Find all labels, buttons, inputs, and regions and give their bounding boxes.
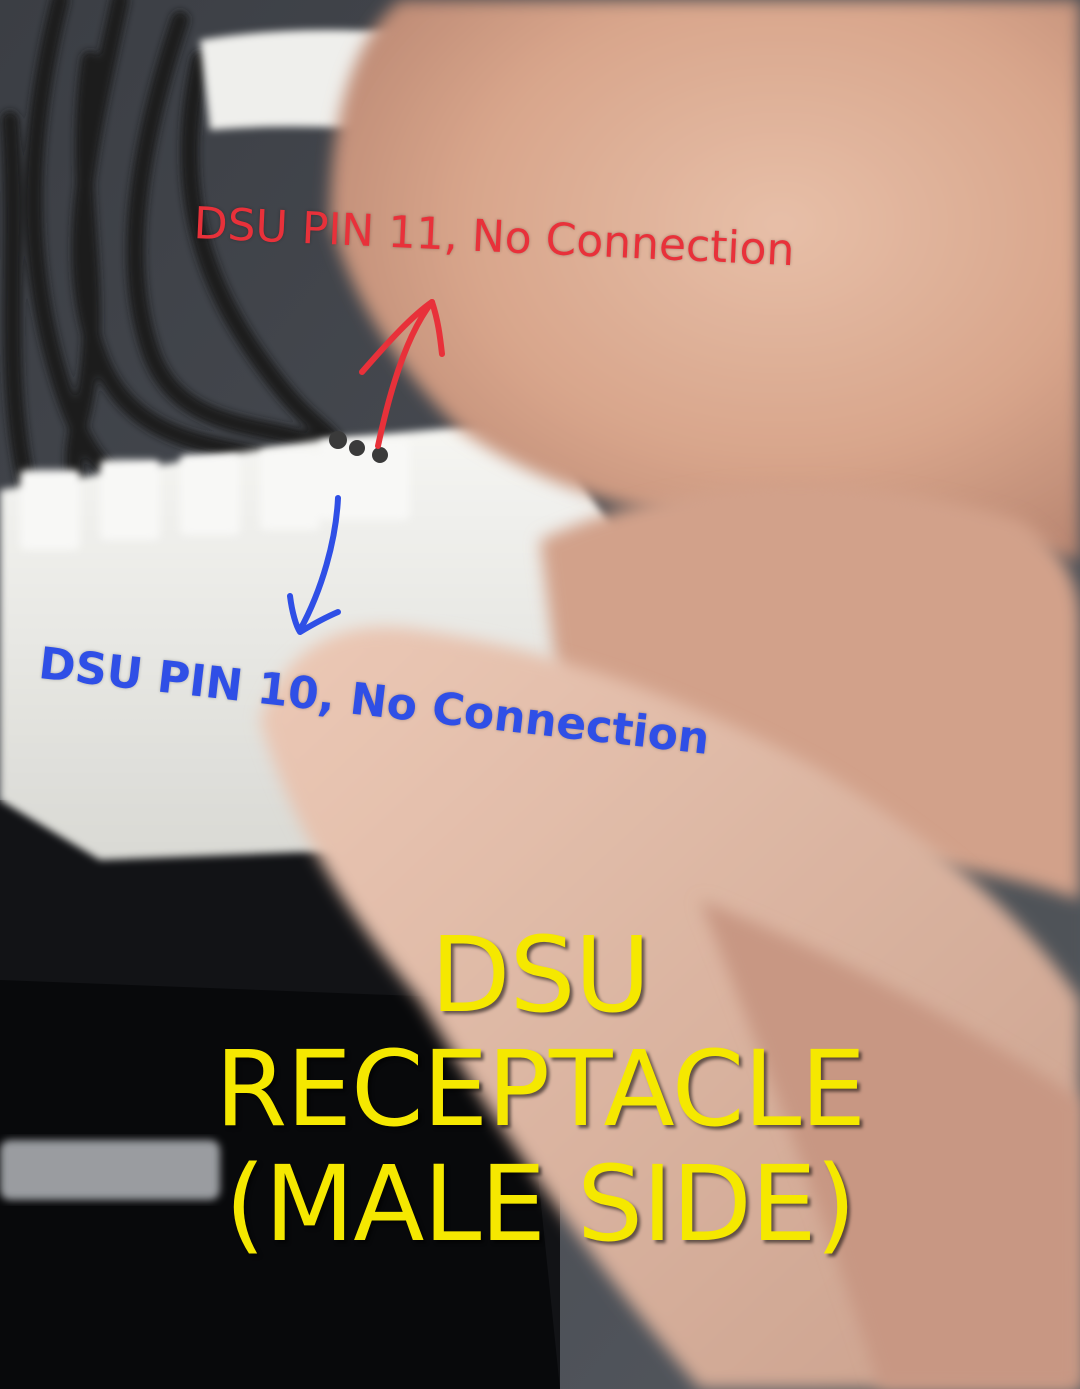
- caption-line-3: (MALE SIDE): [224, 1142, 856, 1265]
- caption-line-1: DSU: [430, 914, 650, 1036]
- receptacle-caption: DSU RECEPTACLE (MALE SIDE): [180, 914, 900, 1265]
- caption-line-2: RECEPTACLE: [214, 1028, 866, 1151]
- photo-scene: DSU PIN 11, No Connection DSU PIN 10, No…: [0, 0, 1080, 1389]
